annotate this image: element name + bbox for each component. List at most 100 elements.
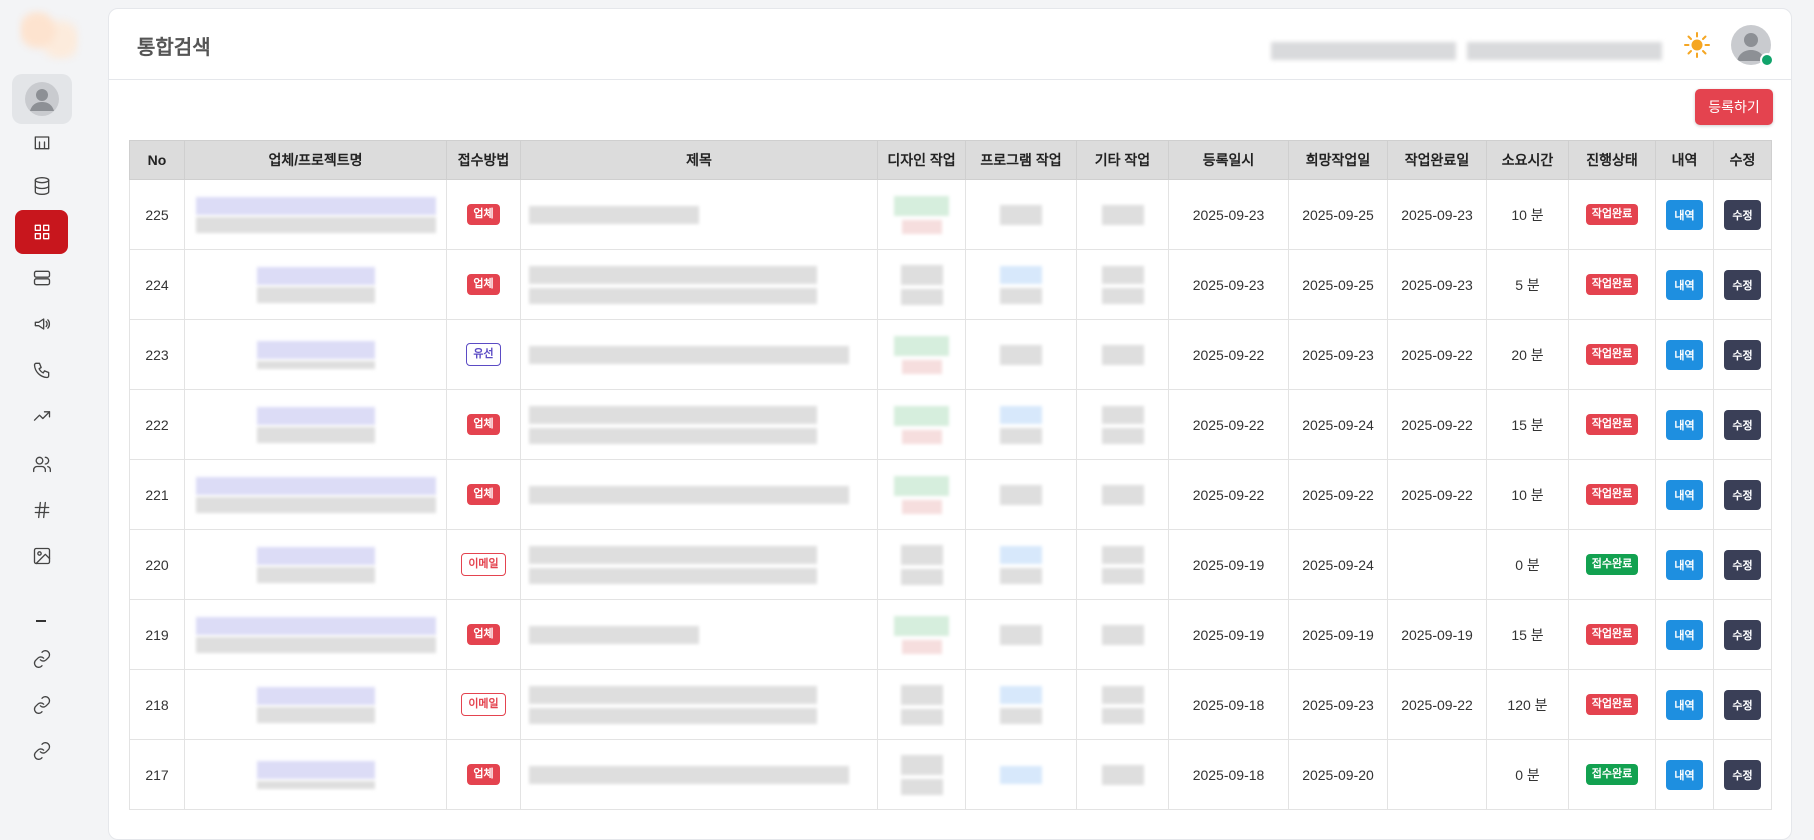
- column-header[interactable]: 접수방법: [446, 140, 521, 180]
- column-header[interactable]: 내역: [1655, 140, 1714, 180]
- trending-up-icon[interactable]: [28, 402, 56, 430]
- building-icon[interactable]: [28, 128, 56, 156]
- link-icon[interactable]: [28, 645, 56, 673]
- column-header[interactable]: 희망작업일: [1288, 140, 1388, 180]
- edit-button[interactable]: 수정: [1724, 689, 1761, 720]
- title-redacted[interactable]: [520, 599, 878, 670]
- column-header[interactable]: No: [129, 140, 185, 180]
- detail-button[interactable]: 내역: [1666, 479, 1703, 510]
- title-redacted[interactable]: [520, 389, 878, 460]
- title-redacted[interactable]: [520, 249, 878, 320]
- duration: 10 분: [1486, 459, 1569, 530]
- column-header[interactable]: 등록일시: [1168, 140, 1289, 180]
- duration: 10 분: [1486, 179, 1569, 250]
- edit-button[interactable]: 수정: [1724, 479, 1761, 510]
- grid-icon[interactable]: [15, 210, 68, 254]
- table-row[interactable]: 219 업체 2025-09-19 2025-09-19 2025-09-19 15 분작…: [129, 599, 1772, 670]
- registered-date: 2025-09-23: [1168, 179, 1289, 250]
- table-row[interactable]: 221 업체 2025-09-22 2025-09-22 2025-09-22 10 분작…: [129, 459, 1772, 530]
- column-header[interactable]: 업체/프로젝트명: [184, 140, 447, 180]
- project-name-redacted[interactable]: [184, 739, 447, 810]
- table-row[interactable]: 222 업체 2025-09-22 2025-09-24 2025-09-22 15 분작…: [129, 389, 1772, 460]
- edit-button[interactable]: 수정: [1724, 549, 1761, 580]
- edit-button[interactable]: 수정: [1724, 759, 1761, 790]
- other-work-redacted: [1076, 389, 1169, 460]
- detail-button[interactable]: 내역: [1666, 269, 1703, 300]
- detail-button[interactable]: 내역: [1666, 619, 1703, 650]
- column-header[interactable]: 디자인 작업: [877, 140, 966, 180]
- table-row[interactable]: 218 이메일 2025-09-18 2025-09-23 2025-09-22 120 …: [129, 669, 1772, 740]
- detail-cell: 내역: [1655, 459, 1714, 530]
- method-cell: 유선: [446, 319, 521, 390]
- project-name-redacted[interactable]: [184, 249, 447, 320]
- table-row[interactable]: 217 업체 2025-09-18 2025-09-20 0 분 접수완료 내역 수정: [129, 739, 1772, 810]
- database-icon[interactable]: [28, 172, 56, 200]
- other-work-redacted: [1076, 179, 1169, 250]
- detail-button[interactable]: 내역: [1666, 199, 1703, 230]
- edit-button[interactable]: 수정: [1724, 269, 1761, 300]
- method-cell: 이메일: [446, 529, 521, 600]
- table-row[interactable]: 224 업체 2025-09-23 2025-09-25 2025-09-23 5 분 작업…: [129, 249, 1772, 320]
- project-name-redacted[interactable]: [184, 669, 447, 740]
- method-cell: 업체: [446, 739, 521, 810]
- server-icon[interactable]: [28, 264, 56, 292]
- row-number: 225: [129, 179, 185, 250]
- table-row[interactable]: 223 유선 2025-09-22 2025-09-23 2025-09-22 20 분작…: [129, 319, 1772, 390]
- detail-button[interactable]: 내역: [1666, 339, 1703, 370]
- row-number: 224: [129, 249, 185, 320]
- row-number: 218: [129, 669, 185, 740]
- image-icon[interactable]: [28, 542, 56, 570]
- project-name-redacted[interactable]: [184, 389, 447, 460]
- program-work-redacted: [965, 249, 1077, 320]
- link-icon[interactable]: [28, 691, 56, 719]
- status-badge: 작업완료: [1585, 204, 1639, 225]
- method-badge: 업체: [467, 274, 500, 295]
- megaphone-icon[interactable]: [28, 310, 56, 338]
- column-header[interactable]: 수정: [1713, 140, 1772, 180]
- detail-cell: 내역: [1655, 249, 1714, 320]
- title-redacted[interactable]: [520, 669, 878, 740]
- sidebar-avatar[interactable]: [12, 74, 72, 124]
- hash-icon[interactable]: [28, 496, 56, 524]
- project-name-redacted[interactable]: [184, 599, 447, 670]
- link-icon[interactable]: [28, 737, 56, 765]
- table-row[interactable]: 220 이메일 2025-09-19 2025-09-24 0 분 접수완료 내역 수정: [129, 529, 1772, 600]
- register-button[interactable]: 등록하기: [1695, 89, 1773, 125]
- phone-icon[interactable]: [28, 356, 56, 384]
- title-redacted[interactable]: [520, 179, 878, 250]
- detail-button[interactable]: 내역: [1666, 759, 1703, 790]
- registered-date: 2025-09-23: [1168, 249, 1289, 320]
- column-header[interactable]: 진행상태: [1568, 140, 1656, 180]
- project-name-redacted[interactable]: [184, 319, 447, 390]
- edit-button[interactable]: 수정: [1724, 199, 1761, 230]
- title-redacted[interactable]: [520, 459, 878, 530]
- project-name-redacted[interactable]: [184, 459, 447, 530]
- column-header[interactable]: 기타 작업: [1076, 140, 1169, 180]
- detail-button[interactable]: 내역: [1666, 409, 1703, 440]
- project-name-redacted[interactable]: [184, 179, 447, 250]
- method-badge: 유선: [466, 343, 501, 366]
- method-badge: 이메일: [461, 553, 506, 576]
- table-row[interactable]: 225 업체 2025-09-23 2025-09-25 2025-09-23 10 분작…: [129, 179, 1772, 250]
- design-work-redacted: [877, 179, 966, 250]
- detail-button[interactable]: 내역: [1666, 689, 1703, 720]
- edit-button[interactable]: 수정: [1724, 339, 1761, 370]
- logo[interactable]: [20, 10, 78, 60]
- status-cell: 작업완료: [1568, 179, 1656, 250]
- status-badge: 작업완료: [1585, 624, 1639, 645]
- column-header[interactable]: 작업완료일: [1387, 140, 1487, 180]
- project-name-redacted[interactable]: [184, 529, 447, 600]
- detail-cell: 내역: [1655, 319, 1714, 390]
- title-redacted[interactable]: [520, 319, 878, 390]
- edit-button[interactable]: 수정: [1724, 409, 1761, 440]
- edit-button[interactable]: 수정: [1724, 619, 1761, 650]
- sun-icon[interactable]: [1683, 31, 1711, 59]
- status-cell: 작업완료: [1568, 669, 1656, 740]
- title-redacted[interactable]: [520, 529, 878, 600]
- users-icon[interactable]: [28, 450, 56, 478]
- detail-button[interactable]: 내역: [1666, 549, 1703, 580]
- title-redacted[interactable]: [520, 739, 878, 810]
- column-header[interactable]: 소요시간: [1486, 140, 1569, 180]
- column-header[interactable]: 프로그램 작업: [965, 140, 1077, 180]
- column-header[interactable]: 제목: [520, 140, 878, 180]
